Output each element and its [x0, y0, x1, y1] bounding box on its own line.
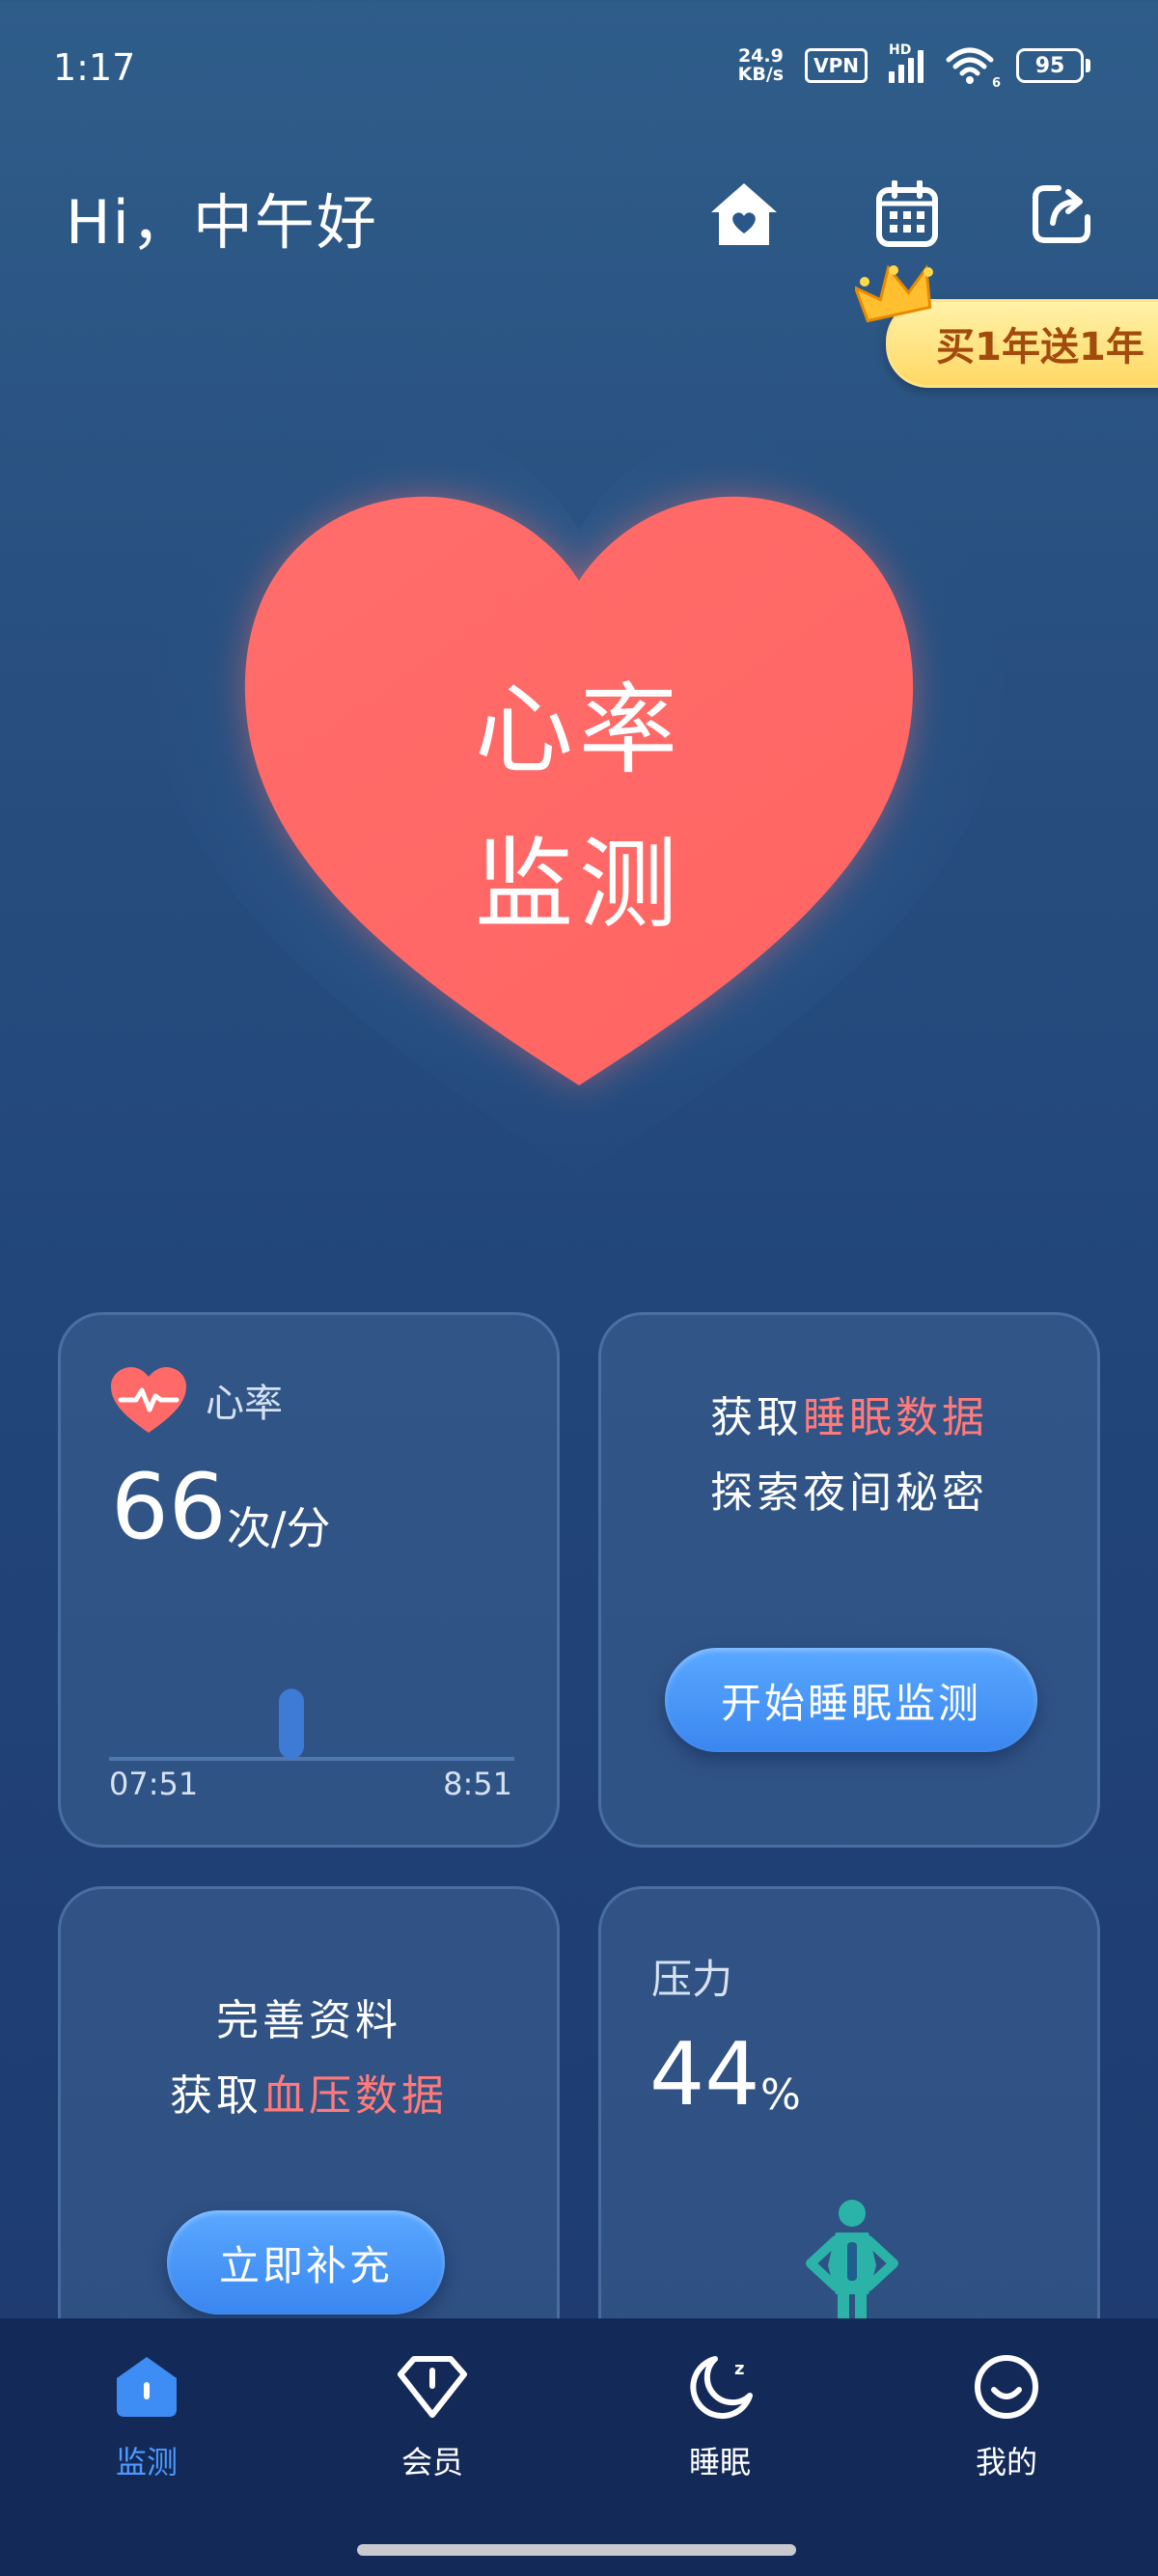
sleep-promo-highlight: 睡眠数据: [803, 1393, 988, 1442]
heart-rate-unit: 次/分: [227, 1502, 331, 1554]
stress-label: 压力: [651, 1956, 733, 2003]
blood-pressure-card[interactable]: 完善资料 获取血压数据 立即补充: [58, 1886, 560, 2369]
signal-icon: HD: [889, 42, 924, 83]
chart-axis-start: 07:51: [109, 1766, 199, 1802]
stress-unit: %: [760, 2070, 801, 2120]
tab-membership[interactable]: 会员: [336, 2353, 529, 2482]
stress-value: 44: [649, 2024, 760, 2125]
wifi-sub-label: 6: [991, 76, 1001, 91]
wifi-icon: 6: [945, 46, 1001, 91]
bp-promo-highlight: 血压数据: [262, 2071, 448, 2121]
tab-profile-label: 我的: [975, 2444, 1037, 2480]
tab-profile[interactable]: 我的: [910, 2353, 1103, 2482]
stress-figure-icon: [806, 2200, 898, 2333]
tab-monitor-label: 监测: [115, 2444, 178, 2480]
heart-rate-chart: [109, 1688, 514, 1761]
sleep-card[interactable]: 获取睡眠数据 探索夜间秘密 开始睡眠监测: [598, 1312, 1100, 1848]
diamond-icon: [398, 2356, 467, 2418]
heart-rate-monitor-button[interactable]: 心率 监测: [145, 405, 1013, 1177]
status-bar: 1:17 24.9 KB/s VPN HD 6 95: [0, 0, 1158, 135]
calendar-icon[interactable]: [868, 176, 946, 253]
sleep-promo-prefix: 获取: [710, 1393, 803, 1442]
home-shield-icon: [117, 2357, 177, 2417]
tab-monitor[interactable]: 监测: [50, 2353, 243, 2482]
network-speed-unit: KB/s: [737, 64, 785, 85]
sleep-promo-line2: 探索夜间秘密: [710, 1468, 988, 1518]
bottom-tab-bar: 监测 会员 z 睡眠 我的: [0, 2318, 1158, 2576]
status-icons: 24.9 KB/s VPN HD 6 95: [738, 42, 1090, 91]
smile-icon: [975, 2355, 1038, 2419]
battery-icon: 95: [1016, 48, 1090, 83]
sleep-promo-line1: 获取睡眠数据: [601, 1383, 1097, 1444]
tab-membership-label: 会员: [400, 2444, 463, 2480]
bp-promo-line1: 完善资料: [216, 1996, 401, 2045]
heart-rate-value: 66: [111, 1455, 227, 1560]
bp-promo-prefix: 获取: [170, 2071, 262, 2121]
bp-promo-line2: 获取血压数据: [61, 2061, 557, 2123]
start-sleep-monitor-button[interactable]: 开始睡眠监测: [665, 1648, 1037, 1752]
heart-rate-bar-0: [279, 1688, 304, 1759]
tab-sleep-label: 睡眠: [688, 2444, 751, 2480]
vpn-badge: VPN: [805, 48, 868, 83]
moon-icon: z: [690, 2356, 753, 2420]
complete-profile-button[interactable]: 立即补充: [167, 2210, 445, 2315]
share-icon[interactable]: [1023, 176, 1100, 253]
heart-title: 心率 监测: [145, 654, 1013, 963]
heart-title-line2: 监测: [475, 828, 683, 943]
heart-rate-header: 心率: [109, 1365, 283, 1435]
heart-rate-card[interactable]: 心率 66 次/分 07:51 8:51: [58, 1312, 560, 1848]
network-speed: 24.9 KB/s: [738, 47, 784, 84]
home-icon[interactable]: [705, 176, 783, 253]
heart-rate-label: 心率: [206, 1382, 283, 1426]
hd-label: HD: [889, 42, 912, 58]
heart-pulse-icon: [111, 1367, 186, 1433]
crown-icon: [852, 262, 942, 334]
tab-sleep[interactable]: z 睡眠: [623, 2353, 816, 2482]
chart-axis-end: 8:51: [443, 1766, 512, 1802]
home-indicator: [357, 2544, 796, 2556]
stress-card[interactable]: 压力 44 %: [598, 1886, 1100, 2369]
status-time: 1:17: [53, 46, 136, 89]
header-actions: [0, 176, 1158, 253]
battery-level: 95: [1016, 48, 1084, 83]
heart-title-line1: 心率: [475, 673, 683, 788]
svg-text:z: z: [734, 2359, 744, 2379]
